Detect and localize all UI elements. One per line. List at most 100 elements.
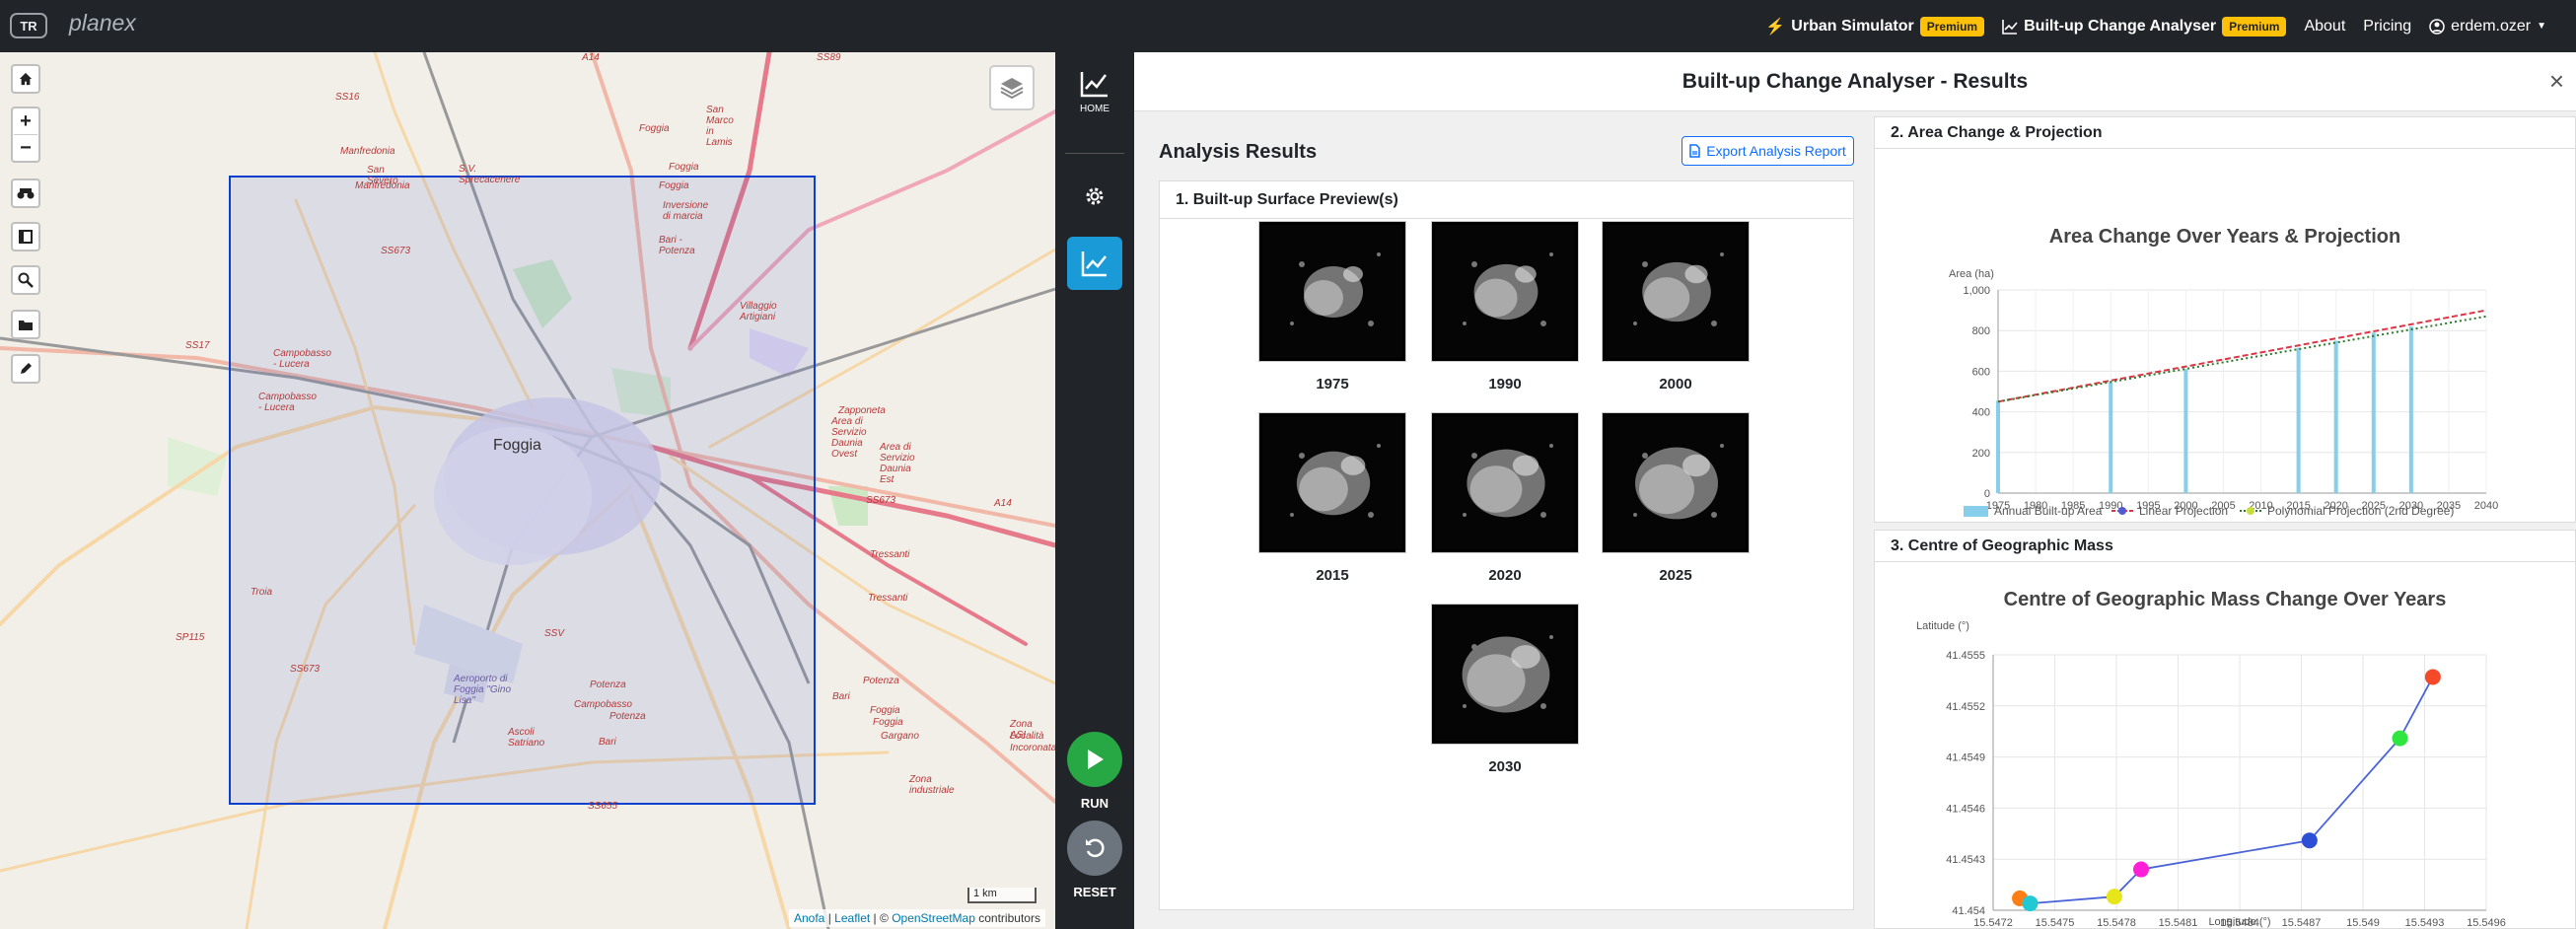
preview-thumbnail[interactable] [1258,412,1406,553]
folder-control[interactable] [11,310,40,339]
username: erdem.ozer [2451,17,2532,35]
y-tick-label: 41.4546 [1946,803,1985,815]
y-tick-label: 41.4552 [1946,701,1985,713]
y-tick-label: 41.454 [1952,905,1985,917]
binoculars-control[interactable] [11,179,40,208]
preview-thumbnail[interactable] [1431,412,1579,553]
urban-simulator-link[interactable]: ⚡ Urban Simulator Premium [1765,16,1985,36]
home-control[interactable] [11,64,40,94]
trajectory-line [2140,839,2310,871]
caret-down-icon: ▼ [2537,21,2546,32]
export-label: Export Analysis Report [1706,143,1846,159]
map-tiles [0,52,1055,929]
y-tick-label: 41.4555 [1946,650,1985,662]
anofa-link[interactable]: Anofa [794,911,824,925]
map-label: Potenza [609,711,646,722]
export-report-button[interactable]: Export Analysis Report [1682,136,1854,166]
map-label: S.V. Sprecacenere [459,164,521,185]
urban-simulator-label: Urban Simulator [1791,17,1914,35]
reset-button[interactable] [1067,821,1122,876]
chart-title: Centre of Geographic Mass Change Over Ye… [2004,589,2447,610]
preview-card: 1. Built-up Surface Preview(s) 1975 1990 2… [1159,180,1854,910]
y-tick-label: 41.4549 [1946,752,1985,764]
bar [2333,340,2338,493]
edit-control[interactable] [11,354,40,384]
osm-link[interactable]: OpenStreetMap [892,911,975,925]
legend-label: Linear Projection [2139,504,2228,518]
x-tick-label: 15.5475 [2036,917,2075,929]
map-label: SS17 [185,340,210,351]
map-label: SP115 [176,632,205,643]
user-menu[interactable]: erdem.ozer ▼ [2429,18,2546,36]
run-control: RUN [1067,732,1122,811]
map-label: Foggia [639,123,670,134]
map-label: Campobasso - Lucera [258,392,317,413]
area-change-chart: Area Change Over Years & Projection Area … [1949,226,2498,518]
lightning-icon: ⚡ [1765,18,1786,36]
binoculars-icon[interactable] [13,180,38,206]
builtup-analyser-link[interactable]: Built-up Change Analyser Premium [2002,16,2287,36]
preview-thumbnail[interactable] [1602,412,1750,553]
y-axis-label: Area (ha) [1949,268,1994,280]
analyser-nav[interactable] [1067,237,1122,290]
map-label: Gargano [881,731,919,742]
search-icon[interactable] [13,267,38,293]
trajectory-line [2309,738,2401,841]
map-label: Area di Servizio Daunia Est [880,442,915,485]
preview-thumbnail[interactable] [1431,221,1579,362]
map-label: Foggia [669,162,699,173]
draw-rectangle-control[interactable] [11,222,40,251]
preview-year-label: 2030 [1488,758,1522,775]
map-label: SS655 [588,801,618,812]
undo-icon [1086,838,1105,858]
attrib-sep: | © [873,911,889,925]
x-tick-label: 15.5487 [2282,917,2322,929]
folder-open-icon[interactable] [13,312,38,337]
y-tick-label: 0 [1984,488,1990,500]
pencil-icon[interactable] [13,356,38,382]
reset-control: RESET [1067,821,1122,899]
preview-thumbnail[interactable] [1602,221,1750,362]
map-label: Bari [599,737,616,748]
y-tick-label: 1,000 [1963,285,1990,297]
divider [1065,153,1124,154]
panel-title: Built-up Change Analyser - Results [1682,70,2029,93]
pricing-link[interactable]: Pricing [2363,18,2411,36]
square-icon[interactable] [13,224,38,250]
map-label: Campobasso [574,699,632,710]
gear-icon [1086,187,1104,205]
home-nav[interactable]: HOME [1067,70,1122,114]
close-button[interactable]: × [2549,66,2564,97]
zoom-in-button[interactable]: + [13,108,38,134]
bar [1996,400,2000,493]
bar [2296,347,2301,493]
chart-icon [1081,251,1107,277]
settings-nav[interactable] [1067,184,1122,208]
search-control[interactable] [11,265,40,295]
y-tick-label: 41.4543 [1946,854,1985,866]
analysis-title: Analysis Results [1159,141,1318,163]
map-view[interactable]: A14 SS89 SS16 San Marco in Lamis Foggia … [0,52,1055,929]
bar [2408,326,2413,493]
language-toggle[interactable]: TR [10,13,47,38]
layers-control[interactable] [989,65,1035,110]
leaflet-link[interactable]: Leaflet [834,911,870,925]
chart-title: Area Change Over Years & Projection [2049,226,2400,248]
brand-logo[interactable]: planex [69,10,136,36]
preview-thumbnail[interactable] [1431,604,1579,745]
zoom-out-button[interactable]: − [13,135,38,161]
centroid-point [2424,669,2441,685]
play-icon [1088,750,1104,769]
preview-thumbnail[interactable] [1258,221,1406,362]
centroid-point [2133,861,2149,878]
trajectory-line [2398,677,2434,740]
about-link[interactable]: About [2304,18,2345,36]
map-label: Aeroporto di Foggia "Gino Lisa" [454,674,512,706]
y-tick-label: 800 [1972,325,1990,337]
run-button[interactable] [1067,732,1122,787]
x-tick-label: 15.5493 [2405,917,2445,929]
house-icon[interactable] [13,66,38,92]
map-label: Località [1010,731,1044,742]
preview-year-label: 2020 [1488,567,1522,584]
legend-marker [2247,507,2254,515]
